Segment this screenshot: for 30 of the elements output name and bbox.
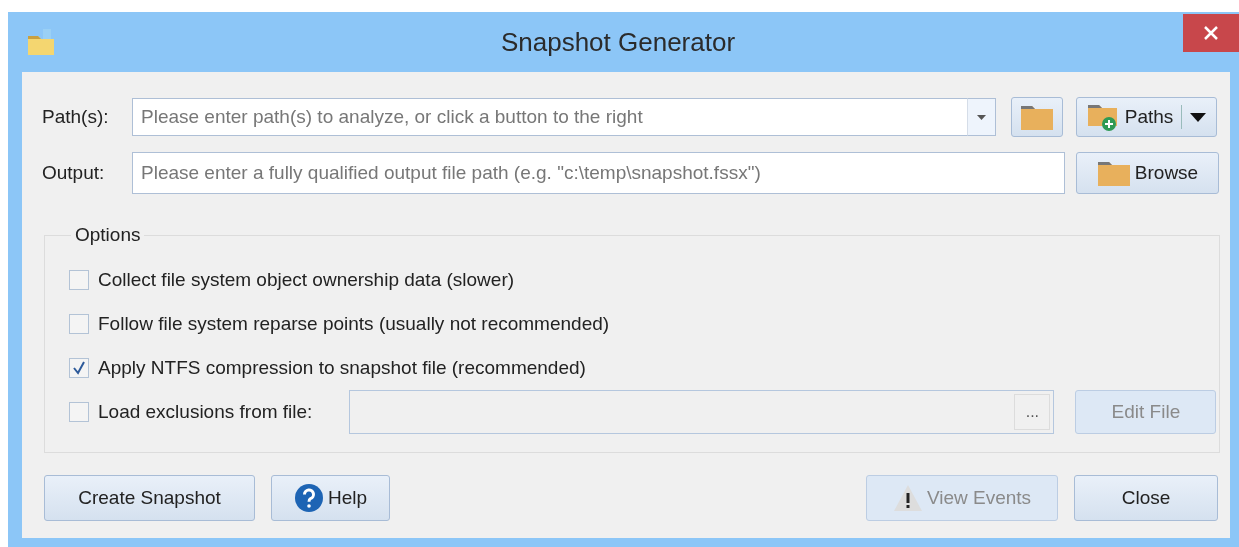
checkbox[interactable] bbox=[69, 314, 89, 334]
paths-button[interactable]: Paths bbox=[1076, 97, 1217, 137]
checkbox-label[interactable]: Load exclusions from file: bbox=[98, 401, 313, 423]
checkbox-label[interactable]: Apply NTFS compression to snapshot file (recommended) bbox=[98, 357, 586, 379]
checkbox[interactable] bbox=[69, 358, 89, 378]
dialog-button[interactable]: Help bbox=[271, 475, 390, 521]
checkbox[interactable] bbox=[69, 270, 89, 290]
window-title: Snapshot Generator bbox=[499, 26, 737, 58]
checkbox-label[interactable]: Collect file system object ownership data (slower) bbox=[98, 269, 515, 291]
open-folder-button[interactable] bbox=[1011, 97, 1063, 137]
paths-field[interactable]: Please enter path(s) to analyze, or click a button to the right bbox=[132, 98, 967, 136]
caret-icon bbox=[1190, 112, 1207, 122]
help-icon bbox=[293, 483, 324, 513]
dialog-button[interactable]: Close bbox=[1074, 475, 1218, 521]
dropdown-button[interactable] bbox=[967, 98, 996, 136]
checkbox-label[interactable]: Follow file system reparse points (usually not recommended) bbox=[98, 313, 610, 335]
close-icon bbox=[1203, 25, 1219, 41]
group-title: Options bbox=[74, 224, 142, 246]
close-button[interactable] bbox=[1183, 14, 1239, 52]
folder-icon bbox=[27, 28, 57, 56]
checkbox[interactable] bbox=[69, 402, 89, 422]
folder-icon bbox=[1020, 103, 1054, 131]
field-label: Output: bbox=[42, 162, 106, 184]
browse-button[interactable]: Browse bbox=[1076, 152, 1219, 194]
folder-icon bbox=[1096, 159, 1131, 187]
output-path-field[interactable]: Please enter a fully qualified output file path (e.g. "c:\temp\snapshot.fssx") bbox=[132, 152, 1065, 194]
field-label: Path(s): bbox=[42, 106, 110, 128]
dialog-button[interactable]: Create Snapshot bbox=[44, 475, 255, 521]
warning-icon bbox=[892, 484, 923, 512]
caret-icon bbox=[977, 114, 986, 120]
